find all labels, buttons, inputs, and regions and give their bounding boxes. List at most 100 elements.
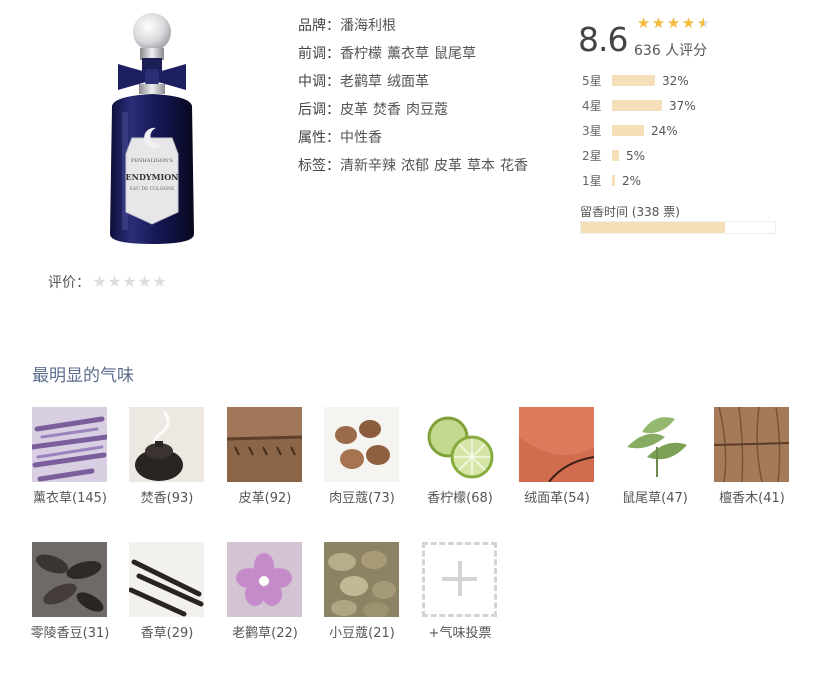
note-item-incense[interactable]: 焚香(93) [129, 407, 205, 508]
note-count: (41) [758, 491, 785, 506]
distribution-row: 2星 5% [582, 143, 696, 168]
info-link[interactable]: 浓郁 [401, 158, 429, 174]
info-key: 属性 [298, 130, 326, 146]
note-name: 零陵香豆 [30, 626, 83, 641]
info-link[interactable]: 中性香 [340, 130, 382, 146]
suede-icon[interactable] [519, 407, 594, 482]
rating-votes[interactable]: 636 人评分 [634, 40, 707, 60]
info-key: 中调 [298, 74, 326, 90]
note-name: 香柠檬 [427, 491, 467, 506]
cardamom-icon[interactable] [324, 542, 399, 617]
note-label[interactable]: 零陵香豆(31) [26, 624, 114, 643]
vote-label[interactable]: +气味投票 [416, 624, 504, 643]
geranium-icon[interactable] [227, 542, 302, 617]
note-label[interactable]: 皮革(92) [221, 489, 309, 508]
note-item-leather[interactable]: 皮革(92) [227, 407, 303, 508]
note-count: (22) [271, 626, 298, 641]
note-name: 老鹳草 [232, 626, 272, 641]
info-link[interactable]: 老鹳草 [340, 74, 382, 90]
info-values: 中性香 [340, 128, 387, 156]
info-row: 后调：皮革 焚香 肉豆蔻 [298, 100, 533, 128]
distribution-label: 1星 [582, 174, 602, 188]
info-values: 老鹳草 绒面革 [340, 72, 434, 100]
note-label[interactable]: 小豆蔻(21) [318, 624, 406, 643]
info-separator: ： [326, 74, 340, 90]
note-label[interactable]: 檀香木(41) [708, 489, 796, 508]
star-half-icon: ★ [696, 14, 711, 32]
longevity-bar-fill [581, 222, 725, 233]
user-rate-row: 评价： ★ ★ ★ ★ ★ [48, 272, 167, 292]
note-item-vanilla[interactable]: 香草(29) [129, 542, 205, 643]
distribution-bar [612, 150, 619, 161]
distribution-row: 4星 37% [582, 93, 696, 118]
note-item-geranium[interactable]: 老鹳草(22) [227, 542, 303, 643]
info-link[interactable]: 皮革 [434, 158, 462, 174]
lavender-icon[interactable] [32, 407, 107, 482]
info-key: 后调 [298, 102, 326, 118]
vanilla-icon[interactable] [129, 542, 204, 617]
info-separator: ： [326, 102, 340, 118]
incense-icon[interactable] [129, 407, 204, 482]
tonka-bean-icon[interactable] [32, 542, 107, 617]
note-label[interactable]: 老鹳草(22) [221, 624, 309, 643]
rating-score: 8.6 [578, 20, 628, 59]
info-link[interactable]: 肉豆蔻 [406, 102, 448, 118]
bergamot-icon[interactable] [422, 407, 497, 482]
distribution-percent: 37% [669, 98, 696, 113]
note-name: 香草 [140, 626, 167, 641]
empty-star-icon[interactable]: ★ [107, 273, 122, 291]
svg-text:ENDYMION: ENDYMION [126, 172, 179, 182]
note-label[interactable]: 薰衣草(145) [26, 489, 114, 508]
distribution-percent: 5% [626, 148, 646, 163]
info-link[interactable]: 绒面革 [387, 74, 429, 90]
note-item-cardamom[interactable]: 小豆蔻(21) [324, 542, 400, 643]
note-label[interactable]: 香草(29) [123, 624, 211, 643]
note-label[interactable]: 绒面革(54) [513, 489, 601, 508]
note-name: 皮革 [238, 491, 265, 506]
info-link[interactable]: 花香 [500, 158, 528, 174]
note-label[interactable]: 香柠檬(68) [416, 489, 504, 508]
note-name: 薰衣草 [33, 491, 73, 506]
note-item-bergamot[interactable]: 香柠檬(68) [422, 407, 498, 508]
note-item-lavender[interactable]: 薰衣草(145) [32, 407, 108, 508]
perfume-info-list: 品牌：潘海利根 前调：香柠檬 薰衣草 鼠尾草 中调：老鹳草 绒面革 后调：皮革 焚香 肉豆蔻 属性… [298, 16, 533, 184]
note-name: 鼠尾草 [622, 491, 662, 506]
empty-star-icon[interactable]: ★ [152, 273, 167, 291]
plus-icon[interactable] [422, 542, 497, 617]
note-label[interactable]: 鼠尾草(47) [611, 489, 699, 508]
note-label[interactable]: 肉豆蔻(73) [318, 489, 406, 508]
note-item-suede[interactable]: 绒面革(54) [519, 407, 595, 508]
note-count: (145) [72, 491, 107, 506]
info-link[interactable]: 香柠檬 [340, 46, 382, 62]
sandalwood-icon[interactable] [714, 407, 789, 482]
empty-star-icon[interactable]: ★ [122, 273, 137, 291]
info-link[interactable]: 潘海利根 [340, 18, 396, 34]
note-item-sandalwood[interactable]: 檀香木(41) [714, 407, 790, 508]
distribution-percent: 32% [662, 73, 689, 88]
info-link[interactable]: 清新辛辣 [340, 158, 396, 174]
sage-icon[interactable] [617, 407, 692, 482]
note-count: (92) [264, 491, 292, 506]
leather-icon[interactable] [227, 407, 302, 482]
section-title: 最明显的气味 [32, 366, 134, 386]
info-row: 标签：清新辛辣 浓郁 皮革 草本 花香 [298, 156, 533, 184]
empty-star-icon[interactable]: ★ [92, 273, 107, 291]
info-row: 前调：香柠檬 薰衣草 鼠尾草 [298, 44, 533, 72]
note-item-nutmeg[interactable]: 肉豆蔻(73) [324, 407, 400, 508]
rate-stars[interactable]: ★ ★ ★ ★ ★ [92, 273, 167, 291]
info-link[interactable]: 焚香 [373, 102, 401, 118]
info-link[interactable]: 薰衣草 [387, 46, 429, 62]
info-link[interactable]: 鼠尾草 [434, 46, 476, 62]
note-item-sage[interactable]: 鼠尾草(47) [617, 407, 693, 508]
info-link[interactable]: 皮革 [340, 102, 368, 118]
info-link[interactable]: 草本 [467, 158, 495, 174]
nutmeg-icon[interactable] [324, 407, 399, 482]
star-filled-icon: ★ [681, 14, 696, 32]
note-item-tonka-bean[interactable]: 零陵香豆(31) [31, 542, 109, 643]
empty-star-icon[interactable]: ★ [137, 273, 152, 291]
add-note-vote[interactable]: +气味投票 [422, 542, 498, 643]
info-values: 香柠檬 薰衣草 鼠尾草 [340, 44, 481, 72]
note-label[interactable]: 焚香(93) [123, 489, 211, 508]
info-key: 标签 [298, 158, 326, 174]
rating-distribution: 5星 32% 4星 37% 3星 24% 2星 5% 1星 2% [582, 68, 696, 193]
